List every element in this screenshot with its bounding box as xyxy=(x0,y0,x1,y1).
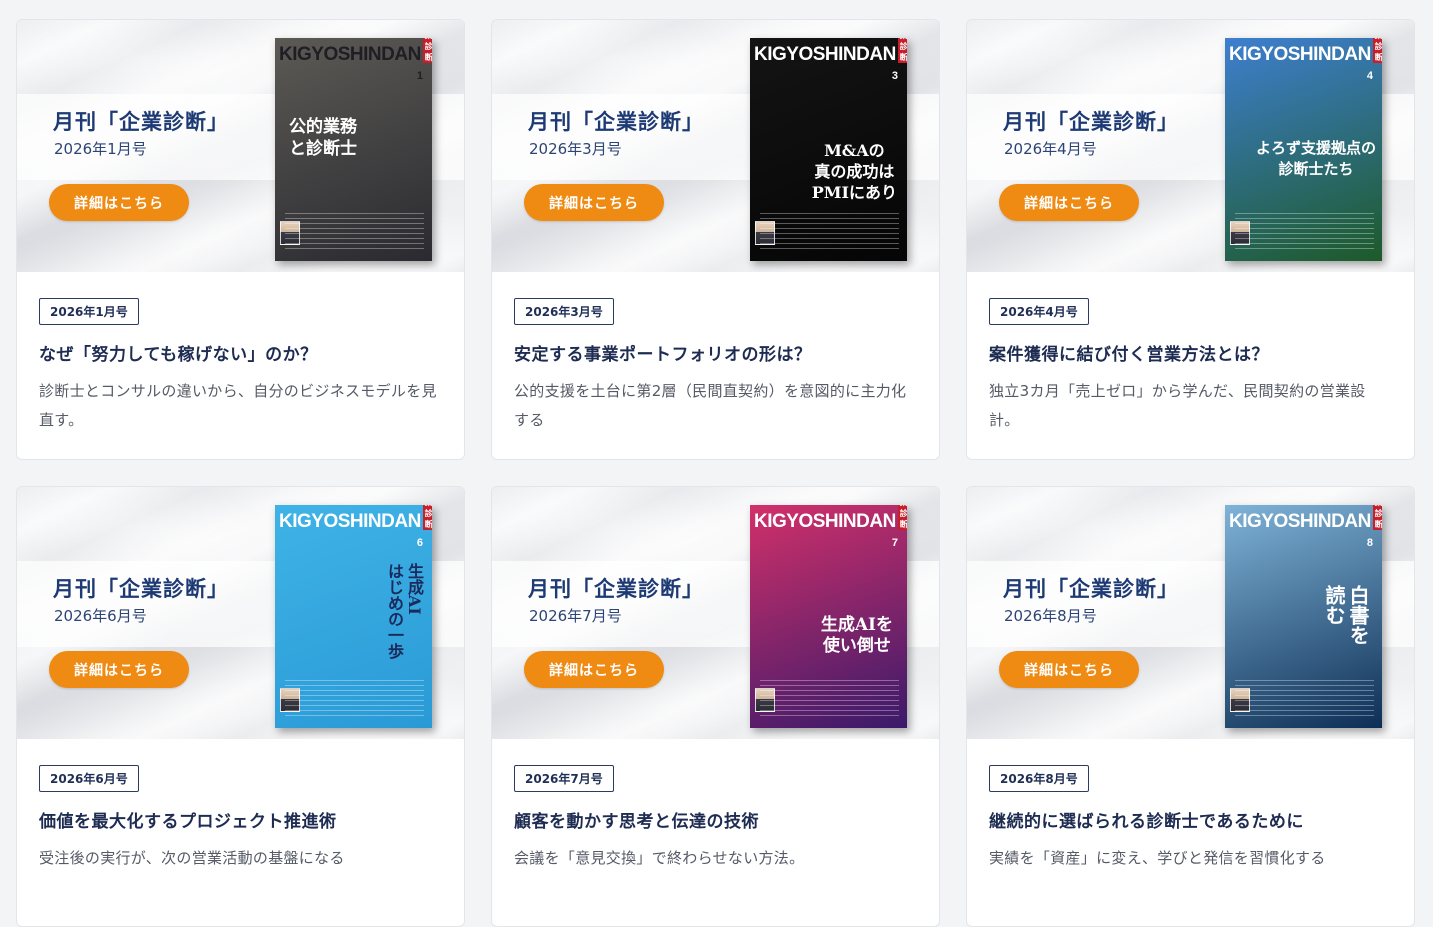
card-description: 公的支援を土台に第2層（民間直契約）を意図的に主力化する xyxy=(514,382,907,429)
cover-masthead: KIGYOSHINDAN 企業診断 xyxy=(1229,505,1382,533)
card-title[interactable]: 安定する事業ポートフォリオの形は？ xyxy=(514,340,917,365)
magazine-card[interactable]: 月刊「企業診断」 2026年1月号 詳細はこちら KIGYOSHINDAN 企業… xyxy=(16,19,465,460)
cover-masthead-tag: 企業診断 xyxy=(897,38,907,63)
issue-badge: 2026年3月号 xyxy=(514,298,614,325)
issue-badge: 2026年1月号 xyxy=(39,298,139,325)
hero-issue-label: 2026年3月号 xyxy=(529,140,622,158)
cover-masthead: KIGYOSHINDAN 企業診断 xyxy=(279,38,432,66)
cover-headline: 生成AI はじめの一歩 xyxy=(385,563,424,659)
hero-issue-label: 2026年8月号 xyxy=(1004,607,1097,625)
magazine-card-grid: 月刊「企業診断」 2026年1月号 詳細はこちら KIGYOSHINDAN 企業… xyxy=(0,0,1433,927)
card-body: 2026年3月号 安定する事業ポートフォリオの形は？ 公的支援を土台に第2層（民… xyxy=(492,272,939,435)
card-description: 実績を「資産」に変え、学びと発信を習慣化する xyxy=(989,849,1326,867)
magazine-title: 月刊「企業診断」 xyxy=(528,110,704,134)
details-button[interactable]: 詳細はこちら xyxy=(524,651,664,688)
cover-masthead: KIGYOSHINDAN 企業診断 xyxy=(1229,38,1382,66)
card-body: 2026年8月号 継続的に選ばられる診断士であるために 実績を「資産」に変え、学… xyxy=(967,739,1414,873)
magazine-cover-image[interactable]: KIGYOSHINDAN 企業診断 3 M&Aの 真の成功は PMIにあり xyxy=(750,38,907,261)
magazine-title: 月刊「企業診断」 xyxy=(528,577,704,601)
card-body: 2026年4月号 案件獲得に結び付く営業方法とは？ 独立3カ月「売上ゼロ」から学… xyxy=(967,272,1414,435)
card-body: 2026年7月号 顧客を動かす思考と伝達の技術 会議を「意見交換」で終わらせない… xyxy=(492,739,939,873)
cover-masthead-text: KIGYOSHINDAN xyxy=(1229,511,1371,532)
card-description: 独立3カ月「売上ゼロ」から学んだ、民間契約の営業設計。 xyxy=(989,382,1366,429)
cover-headline: M&Aの 真の成功は PMIにあり xyxy=(811,141,897,202)
magazine-cover-image[interactable]: KIGYOSHINDAN 企業診断 4 よろず支援拠点の 診断士たち xyxy=(1225,38,1382,261)
cover-masthead-tag: 企業診断 xyxy=(897,505,907,530)
magazine-cover-image[interactable]: KIGYOSHINDAN 企業診断 8 白書を 読む xyxy=(1225,505,1382,728)
cover-issue-number: 7 xyxy=(891,537,898,549)
card-title[interactable]: 価値を最大化するプロジェクト推進術 xyxy=(39,807,442,832)
details-button[interactable]: 詳細はこちら xyxy=(49,184,189,221)
cover-masthead-tag: 企業診断 xyxy=(1372,505,1382,530)
cover-small-text xyxy=(285,213,424,253)
card-hero-banner: 月刊「企業診断」 2026年7月号 詳細はこちら KIGYOSHINDAN 企業… xyxy=(492,487,939,739)
details-button[interactable]: 詳細はこちら xyxy=(999,651,1139,688)
magazine-title: 月刊「企業診断」 xyxy=(53,110,229,134)
cover-headline: よろず支援拠点の 診断士たち xyxy=(1255,139,1376,178)
cover-masthead-text: KIGYOSHINDAN xyxy=(279,44,421,65)
magazine-card[interactable]: 月刊「企業診断」 2026年7月号 詳細はこちら KIGYOSHINDAN 企業… xyxy=(491,486,940,927)
issue-badge: 2026年4月号 xyxy=(989,298,1089,325)
cover-masthead: KIGYOSHINDAN 企業診断 xyxy=(279,505,432,533)
cover-masthead-tag: 企業診断 xyxy=(1372,38,1382,63)
issue-badge: 2026年6月号 xyxy=(39,765,139,792)
card-hero-banner: 月刊「企業診断」 2026年1月号 詳細はこちら KIGYOSHINDAN 企業… xyxy=(17,20,464,272)
hero-issue-label: 2026年4月号 xyxy=(1004,140,1097,158)
magazine-cover-image[interactable]: KIGYOSHINDAN 企業診断 6 生成AI はじめの一歩 xyxy=(275,505,432,728)
cover-masthead: KIGYOSHINDAN 企業診断 xyxy=(754,505,907,533)
cover-masthead-tag: 企業診断 xyxy=(422,505,432,530)
issue-badge: 2026年7月号 xyxy=(514,765,614,792)
cover-headline: 白書を 読む xyxy=(1322,585,1370,645)
cover-issue-number: 1 xyxy=(416,70,423,82)
cover-masthead-text: KIGYOSHINDAN xyxy=(754,511,896,532)
card-title[interactable]: 継続的に選ばられる診断士であるために xyxy=(989,807,1392,832)
cover-headline: 生成AIを 使い倒せ xyxy=(820,615,893,656)
magazine-title: 月刊「企業診断」 xyxy=(53,577,229,601)
hero-issue-label: 2026年7月号 xyxy=(529,607,622,625)
card-body: 2026年1月号 なぜ「努力しても稼げない」のか？ 診断士とコンサルの違いから、… xyxy=(17,272,464,435)
cover-headline: 公的業務 と診断士 xyxy=(289,117,357,159)
card-hero-banner: 月刊「企業診断」 2026年4月号 詳細はこちら KIGYOSHINDAN 企業… xyxy=(967,20,1414,272)
cover-small-text xyxy=(760,680,899,720)
details-button[interactable]: 詳細はこちら xyxy=(524,184,664,221)
details-button[interactable]: 詳細はこちら xyxy=(49,651,189,688)
details-button[interactable]: 詳細はこちら xyxy=(999,184,1139,221)
cover-masthead: KIGYOSHINDAN 企業診断 xyxy=(754,38,907,66)
hero-issue-label: 2026年1月号 xyxy=(54,140,147,158)
magazine-cover-image[interactable]: KIGYOSHINDAN 企業診断 1 公的業務 と診断士 xyxy=(275,38,432,261)
card-hero-banner: 月刊「企業診断」 2026年8月号 詳細はこちら KIGYOSHINDAN 企業… xyxy=(967,487,1414,739)
issue-badge: 2026年8月号 xyxy=(989,765,1089,792)
magazine-card[interactable]: 月刊「企業診断」 2026年4月号 詳細はこちら KIGYOSHINDAN 企業… xyxy=(966,19,1415,460)
magazine-cover-image[interactable]: KIGYOSHINDAN 企業診断 7 生成AIを 使い倒せ xyxy=(750,505,907,728)
card-description: 受注後の実行が、次の営業活動の基盤になる xyxy=(39,849,345,867)
cover-issue-number: 8 xyxy=(1366,537,1373,549)
cover-masthead-text: KIGYOSHINDAN xyxy=(1229,44,1371,65)
magazine-card[interactable]: 月刊「企業診断」 2026年8月号 詳細はこちら KIGYOSHINDAN 企業… xyxy=(966,486,1415,927)
cover-issue-number: 6 xyxy=(416,537,423,549)
magazine-card[interactable]: 月刊「企業診断」 2026年6月号 詳細はこちら KIGYOSHINDAN 企業… xyxy=(16,486,465,927)
card-title[interactable]: 顧客を動かす思考と伝達の技術 xyxy=(514,807,917,832)
card-title[interactable]: なぜ「努力しても稼げない」のか？ xyxy=(39,340,442,365)
card-body: 2026年6月号 価値を最大化するプロジェクト推進術 受注後の実行が、次の営業活… xyxy=(17,739,464,873)
cover-masthead-text: KIGYOSHINDAN xyxy=(279,511,421,532)
cover-issue-number: 4 xyxy=(1366,70,1373,82)
magazine-title: 月刊「企業診断」 xyxy=(1003,110,1179,134)
cover-issue-number: 3 xyxy=(891,70,898,82)
card-hero-banner: 月刊「企業診断」 2026年3月号 詳細はこちら KIGYOSHINDAN 企業… xyxy=(492,20,939,272)
cover-masthead-text: KIGYOSHINDAN xyxy=(754,44,896,65)
cover-small-text xyxy=(760,213,899,253)
cover-small-text xyxy=(1235,213,1374,253)
card-description: 会議を「意見交換」で終わらせない方法。 xyxy=(514,849,805,867)
card-description: 診断士とコンサルの違いから、自分のビジネスモデルを見直す。 xyxy=(39,382,437,429)
magazine-title: 月刊「企業診断」 xyxy=(1003,577,1179,601)
cover-small-text xyxy=(285,680,424,720)
cover-masthead-tag: 企業診断 xyxy=(422,38,432,63)
hero-issue-label: 2026年6月号 xyxy=(54,607,147,625)
card-title[interactable]: 案件獲得に結び付く営業方法とは？ xyxy=(989,340,1392,365)
magazine-card[interactable]: 月刊「企業診断」 2026年3月号 詳細はこちら KIGYOSHINDAN 企業… xyxy=(491,19,940,460)
cover-small-text xyxy=(1235,680,1374,720)
card-hero-banner: 月刊「企業診断」 2026年6月号 詳細はこちら KIGYOSHINDAN 企業… xyxy=(17,487,464,739)
